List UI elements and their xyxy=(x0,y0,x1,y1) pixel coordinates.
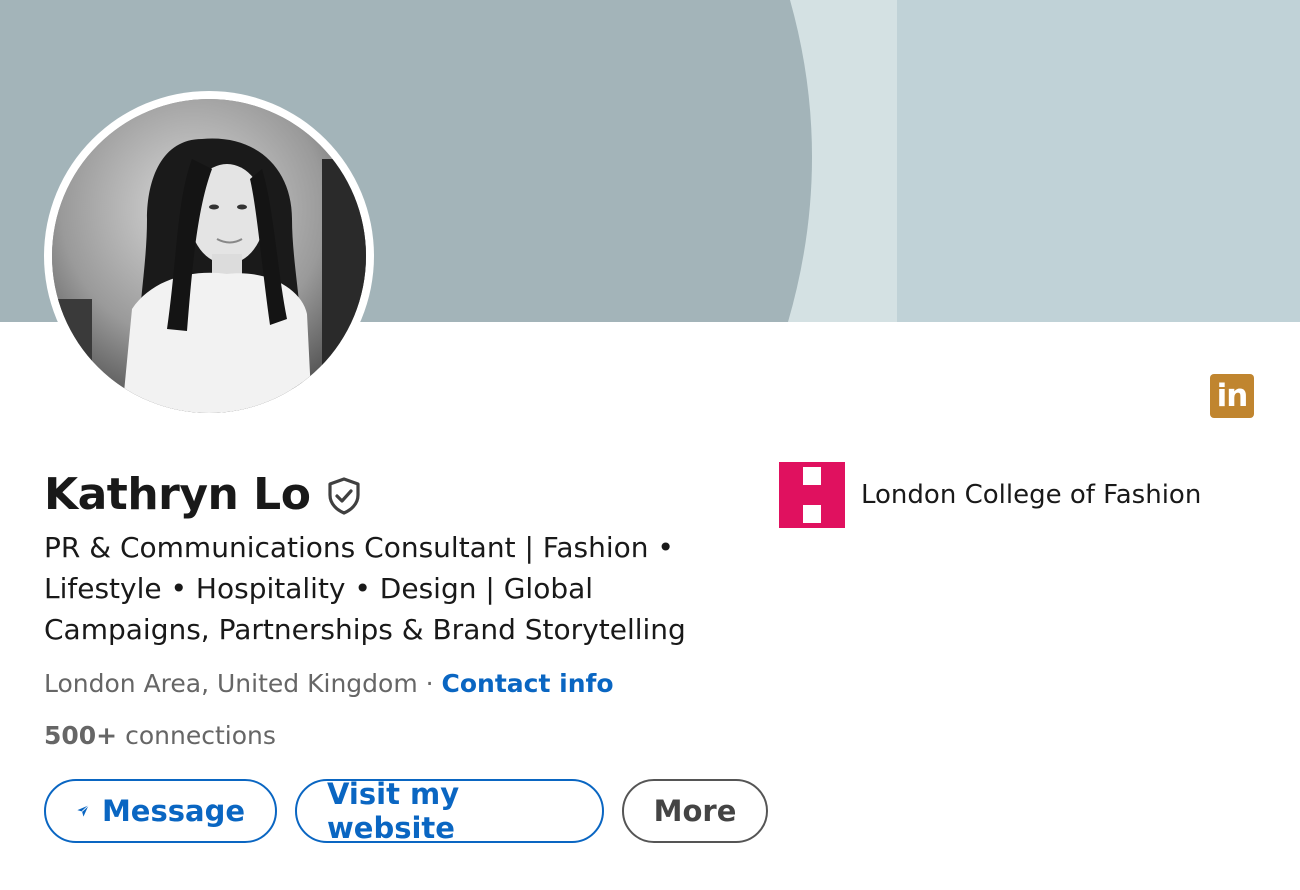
more-button[interactable]: More xyxy=(622,779,768,843)
profile-photo-image xyxy=(52,99,366,413)
education-link[interactable]: London College of Fashion xyxy=(779,462,1201,528)
message-button[interactable]: Message xyxy=(44,779,277,843)
profile-actions: Message Visit my website More xyxy=(44,777,768,845)
profile-location: London Area, United Kingdom xyxy=(44,669,418,698)
education-name: London College of Fashion xyxy=(861,480,1202,510)
visit-website-button[interactable]: Visit my website xyxy=(295,777,604,845)
visit-website-label: Visit my website xyxy=(327,777,460,845)
profile-headline: PR & Communications Consultant | Fashion… xyxy=(44,531,686,646)
connections-count: 500+ xyxy=(44,721,118,750)
contact-info-link[interactable]: Contact info xyxy=(442,669,614,698)
profile-name: Kathryn Lo xyxy=(44,469,311,520)
location-separator: · xyxy=(417,669,442,698)
location-row: London Area, United Kingdom · Contact in… xyxy=(44,665,614,703)
send-icon xyxy=(77,805,89,817)
message-button-label: Message xyxy=(101,794,245,828)
name-row: Kathryn Lo xyxy=(44,466,364,524)
connections-label: connections xyxy=(117,721,276,750)
linkedin-premium-icon: in xyxy=(1210,374,1254,418)
verified-shield-icon[interactable] xyxy=(324,476,364,516)
more-button-label: More xyxy=(653,794,737,828)
london-college-of-fashion-logo xyxy=(779,462,845,528)
connections-row[interactable]: 500+ connections xyxy=(44,717,276,755)
profile-photo[interactable] xyxy=(44,91,374,421)
